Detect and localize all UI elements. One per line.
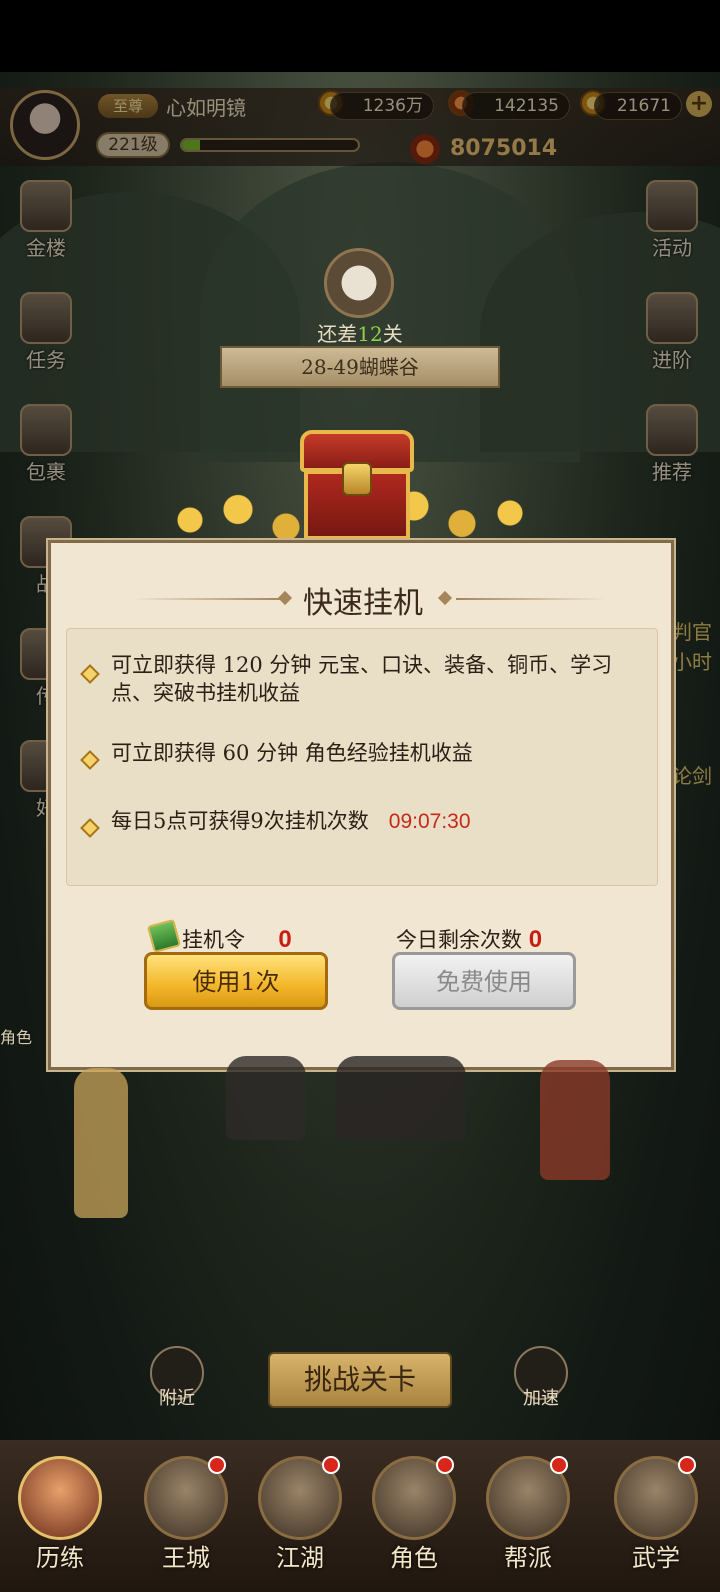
free-use-button[interactable]: 免费使用 [392,952,576,1010]
nav-royal-city[interactable]: 王城 [138,1456,234,1576]
challenge-stage-button[interactable]: 挑战关卡 [268,1352,452,1408]
refresh-timer: 09:07:30 [388,810,471,833]
notification-dot [208,1456,226,1474]
remaining-count: 0 [528,926,543,953]
notification-dot [436,1456,454,1474]
nav-martial-arts[interactable]: 武学 [608,1456,704,1576]
enemy-group [336,1056,466,1140]
stage-scroll-icon [324,248,394,318]
bullet-diamond-icon [80,750,100,770]
reward-info-box: 可立即获得 120 分钟 元宝、口诀、装备、铜币、学习点、突破书挂机收益 可立即… [66,628,658,886]
monk-character [74,1068,128,1218]
stages-remaining: 还差12关 [317,322,403,346]
training-icon [18,1456,102,1540]
nav-guild[interactable]: 帮派 [480,1456,576,1576]
enemy-character [226,1056,306,1140]
treasure-chest-icon [300,430,414,542]
use-once-button[interactable]: 使用1次 [144,952,328,1010]
notification-dot [322,1456,340,1474]
remaining-count-row: 今日剩余次数 0 [396,926,543,953]
notification-dot [550,1456,568,1474]
nav-training[interactable]: 历练 [12,1456,108,1576]
idle-token-count: 0 [278,926,292,953]
bullet-diamond-icon [80,664,100,684]
dialog-title: 快速挂机 [303,586,423,621]
idle-token-row: 挂机令 0 [182,926,292,953]
info-item-3: 每日5点可获得9次挂机次数 09:07:30 [111,809,471,833]
bullet-diamond-icon [80,818,100,838]
info-item-2: 可立即获得 60 分钟 角色经验挂机收益 [111,741,473,765]
idle-token-icon [146,918,182,954]
status-bar-area [0,0,720,72]
nav-jianghu[interactable]: 江湖 [252,1456,348,1576]
role-label-partial: 角色 [0,1028,33,1047]
quick-idle-dialog: 快速挂机 可立即获得 120 分钟 元宝、口诀、装备、铜币、学习点、突破书挂机收… [46,538,676,1072]
speed-up-label: 加速 [523,1388,559,1409]
notification-dot [678,1456,696,1474]
nav-character[interactable]: 角色 [366,1456,462,1576]
nearby-label: 附近 [159,1388,195,1409]
current-stage-name: 28-49蝴蝶谷 [220,346,500,388]
info-item-1: 可立即获得 120 分钟 元宝、口诀、装备、铜币、学习点、突破书挂机收益 [111,653,613,705]
hero-character [540,1060,610,1180]
